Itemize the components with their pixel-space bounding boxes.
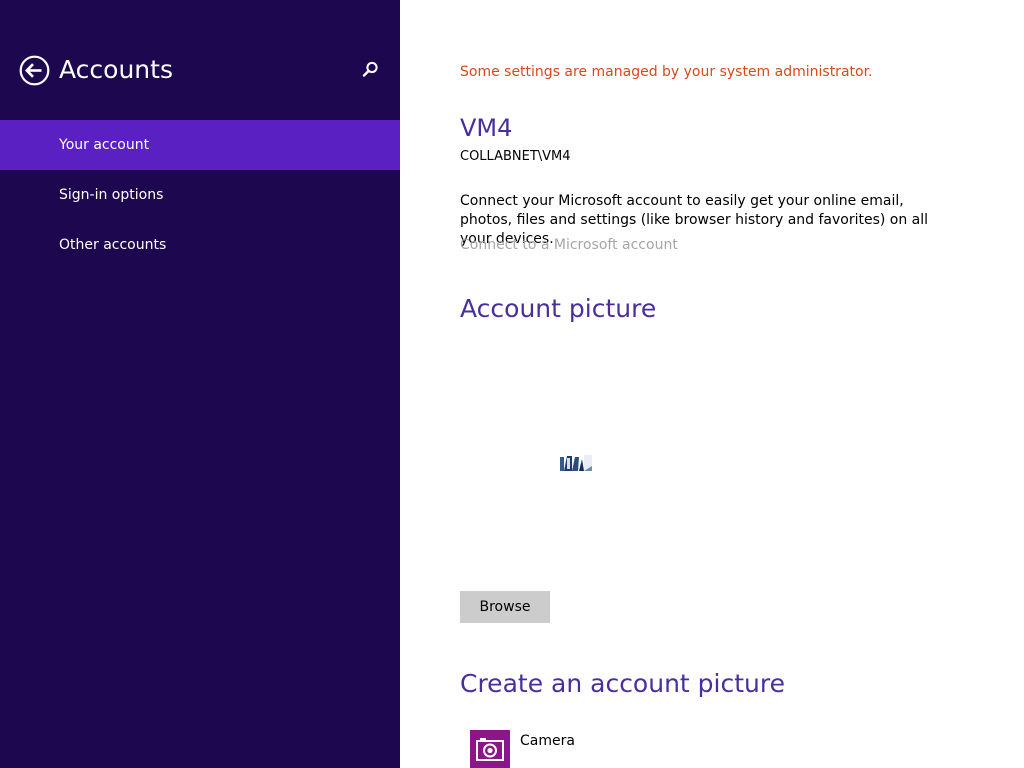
- user-domain: COLLABNET\VM4: [460, 149, 571, 164]
- camera-icon: [476, 738, 504, 761]
- account-picture-heading: Account picture: [460, 294, 657, 323]
- camera-app-label: Camera: [520, 733, 575, 749]
- account-picture-image: [560, 455, 592, 471]
- nav-item-other-accounts[interactable]: Other accounts: [0, 220, 400, 270]
- nav-item-sign-in-options[interactable]: Sign-in options: [0, 170, 400, 220]
- connect-microsoft-account-link[interactable]: Connect to a Microsoft account: [460, 237, 678, 253]
- account-picture: [560, 455, 592, 471]
- admin-notice: Some settings are managed by your system…: [460, 64, 873, 80]
- back-button[interactable]: [19, 55, 50, 86]
- search-icon: [362, 61, 378, 77]
- search-button[interactable]: [360, 60, 380, 80]
- create-account-picture-heading: Create an account picture: [460, 669, 785, 698]
- user-name: VM4: [460, 114, 513, 142]
- camera-app-tile: [470, 730, 510, 768]
- pc-settings-window: Accounts Your account Sign-in options Ot…: [0, 0, 1024, 768]
- nav-list: Your account Sign-in options Other accou…: [0, 120, 400, 270]
- nav-item-your-account[interactable]: Your account: [0, 120, 400, 170]
- content-pane: Some settings are managed by your system…: [400, 0, 1024, 768]
- back-arrow-icon: [19, 55, 50, 86]
- page-title: Accounts: [59, 55, 173, 84]
- navigation-pane: Accounts Your account Sign-in options Ot…: [0, 0, 400, 768]
- browse-button[interactable]: Browse: [460, 591, 550, 623]
